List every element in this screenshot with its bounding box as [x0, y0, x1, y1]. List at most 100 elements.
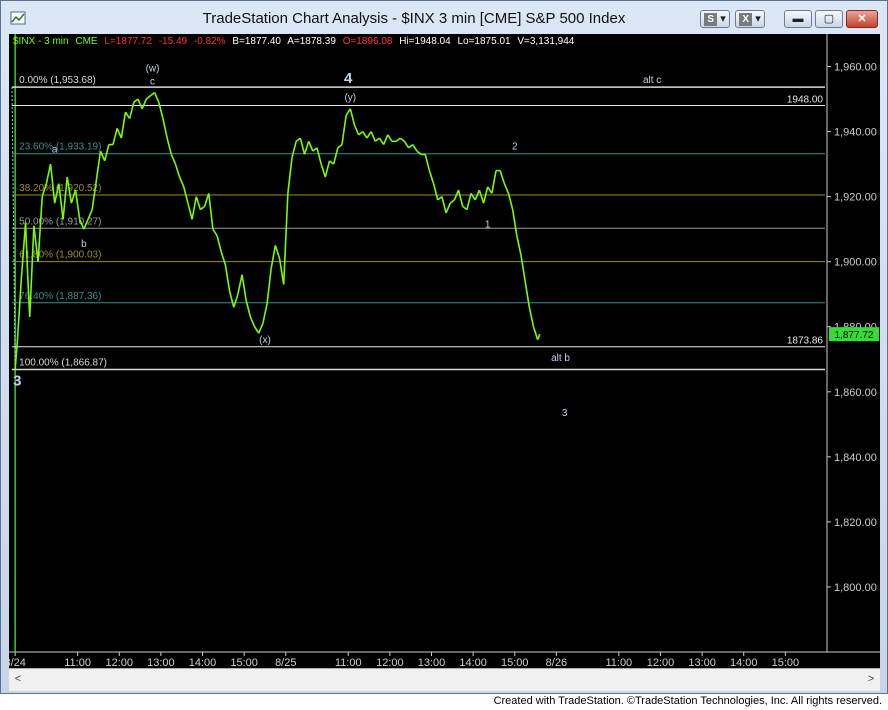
price-segment	[445, 202, 451, 214]
info-open: O=1896.08	[342, 36, 393, 47]
price-segment	[241, 274, 248, 301]
wave-label: b	[81, 239, 87, 250]
wave-label: alt c	[643, 75, 661, 86]
price-segment	[224, 264, 231, 292]
price-segment	[337, 143, 343, 149]
price-segment	[349, 108, 356, 126]
price-segment	[424, 154, 431, 171]
price-segment	[403, 140, 410, 149]
price-segment	[228, 290, 235, 308]
price-segment	[524, 281, 531, 308]
price-segment	[516, 235, 522, 256]
price-segment	[249, 316, 256, 328]
footer-credit: Created with TradeStation. ©TradeStation…	[493, 695, 882, 707]
s-menu-button[interactable]: S ▾	[700, 10, 730, 28]
chevron-down-icon: ▾	[755, 13, 761, 25]
wave-label: a	[52, 145, 58, 156]
price-segment	[382, 134, 389, 145]
app-window: TradeStation Chart Analysis - $INX 3 min…	[0, 0, 888, 694]
title-bar[interactable]: TradeStation Chart Analysis - $INX 3 min…	[1, 1, 887, 34]
info-last: L=1877.72	[104, 36, 152, 47]
s-label: S	[704, 13, 718, 26]
price-segment	[428, 170, 435, 184]
info-high: Hi=1948.04	[399, 36, 451, 47]
x-tick-label: 11:00	[605, 657, 632, 668]
maximize-icon: ▢	[823, 13, 835, 25]
info-change-pct: -0.82%	[193, 36, 226, 47]
price-segment	[170, 154, 177, 165]
maximize-button[interactable]: ▢	[815, 10, 843, 28]
price-segment	[282, 193, 289, 285]
price-segment	[266, 268, 272, 305]
wave-label: c	[150, 76, 155, 87]
x-tick-label: 13:00	[688, 657, 716, 668]
price-segment	[128, 102, 135, 119]
price-segment	[103, 144, 110, 162]
wave-label: (y)	[344, 93, 356, 104]
price-segment	[274, 245, 281, 259]
price-segment	[220, 251, 227, 266]
price-segment	[145, 95, 151, 100]
wave-label: 4	[344, 70, 353, 87]
price-segment	[253, 326, 260, 334]
chevron-down-icon: ▾	[720, 13, 726, 25]
price-segment	[207, 193, 214, 230]
price-segment	[24, 222, 29, 275]
price-segment	[441, 196, 447, 214]
price-segment	[187, 202, 193, 220]
y-tick-label: 1,840.00	[834, 452, 877, 464]
price-segment	[303, 141, 310, 155]
price-segment	[278, 258, 285, 285]
x-tick-label: 13:00	[147, 657, 175, 668]
price-segment	[195, 196, 202, 210]
y-tick-label: 1,860.00	[834, 387, 877, 399]
price-segment	[432, 183, 439, 201]
x-tick-label: 12:00	[376, 657, 404, 668]
price-segment	[412, 144, 418, 152]
y-tick-label: 1,920.00	[834, 192, 877, 204]
price-segment	[212, 228, 218, 237]
x-menu-button[interactable]: X ▾	[735, 10, 765, 28]
chart-canvas[interactable]: 1,960.001,940.001,920.001,900.001,880.00…	[9, 34, 880, 668]
price-segment	[116, 128, 123, 139]
price-segment	[520, 255, 526, 282]
price-segment	[262, 303, 268, 324]
scroll-left-button[interactable]: <	[9, 669, 27, 690]
symbol-info-bar: $INX - 3 min CME L=1877.72 -15.49 -0.82%…	[13, 36, 578, 47]
price-segment	[120, 111, 127, 139]
price-segment	[499, 170, 506, 184]
info-exchange: CME	[75, 36, 98, 47]
chart-area[interactable]: 1,960.001,940.001,920.001,900.001,880.00…	[9, 34, 880, 668]
price-segment	[457, 189, 464, 207]
scroll-right-button[interactable]: >	[862, 669, 880, 690]
price-segment	[320, 163, 327, 178]
price-segment	[141, 98, 148, 110]
wave-label: 2	[512, 141, 518, 152]
price-segment	[528, 307, 535, 327]
info-low: Lo=1875.01	[457, 36, 511, 47]
price-segment	[470, 192, 476, 201]
x-tick-label: 15:00	[230, 657, 258, 668]
price-segment	[307, 141, 314, 152]
y-tick-label: 1,800.00	[834, 582, 877, 594]
price-segment	[370, 131, 377, 142]
minimize-button[interactable]: ▬	[784, 10, 812, 28]
price-segment	[162, 118, 168, 139]
info-change: -15.49	[158, 36, 188, 47]
price-segment	[257, 323, 264, 334]
price-segment	[45, 163, 52, 184]
price-segment	[199, 205, 206, 211]
horizontal-line-label: 1948.00	[787, 95, 824, 106]
x-tick-label: 14:00	[459, 657, 487, 668]
price-segment	[507, 193, 514, 210]
price-segment	[366, 131, 372, 139]
close-button[interactable]: ✕	[846, 10, 878, 28]
price-segment	[316, 147, 322, 165]
price-segment	[395, 137, 401, 142]
price-segment	[332, 147, 339, 165]
horizontal-line-label: 1873.86	[787, 336, 824, 347]
x-tick-label: 11:00	[64, 657, 91, 668]
price-segment	[174, 163, 181, 178]
horizontal-scrollbar[interactable]: < >	[9, 668, 880, 691]
price-segment	[449, 199, 455, 204]
